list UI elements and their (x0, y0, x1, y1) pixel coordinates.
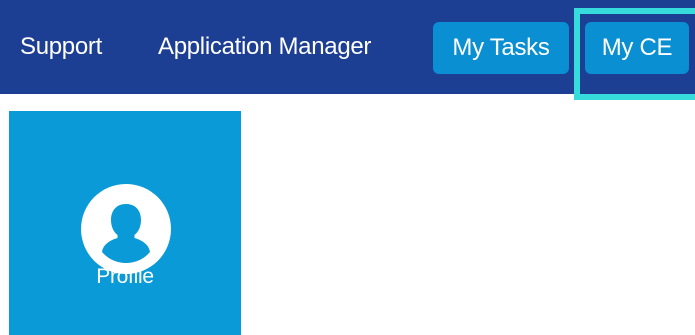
profile-tile[interactable]: Profile (9, 111, 241, 335)
top-navigation-bar: Support Application Manager My Tasks My … (0, 0, 695, 100)
nav-item-my-ce[interactable]: My CE (585, 22, 689, 74)
user-icon (81, 184, 171, 274)
nav-item-application-manager[interactable]: Application Manager (158, 0, 371, 94)
profile-tile-label: Profile (96, 265, 154, 288)
nav-item-support[interactable]: Support (20, 0, 102, 94)
nav-item-my-tasks[interactable]: My Tasks (433, 22, 569, 74)
